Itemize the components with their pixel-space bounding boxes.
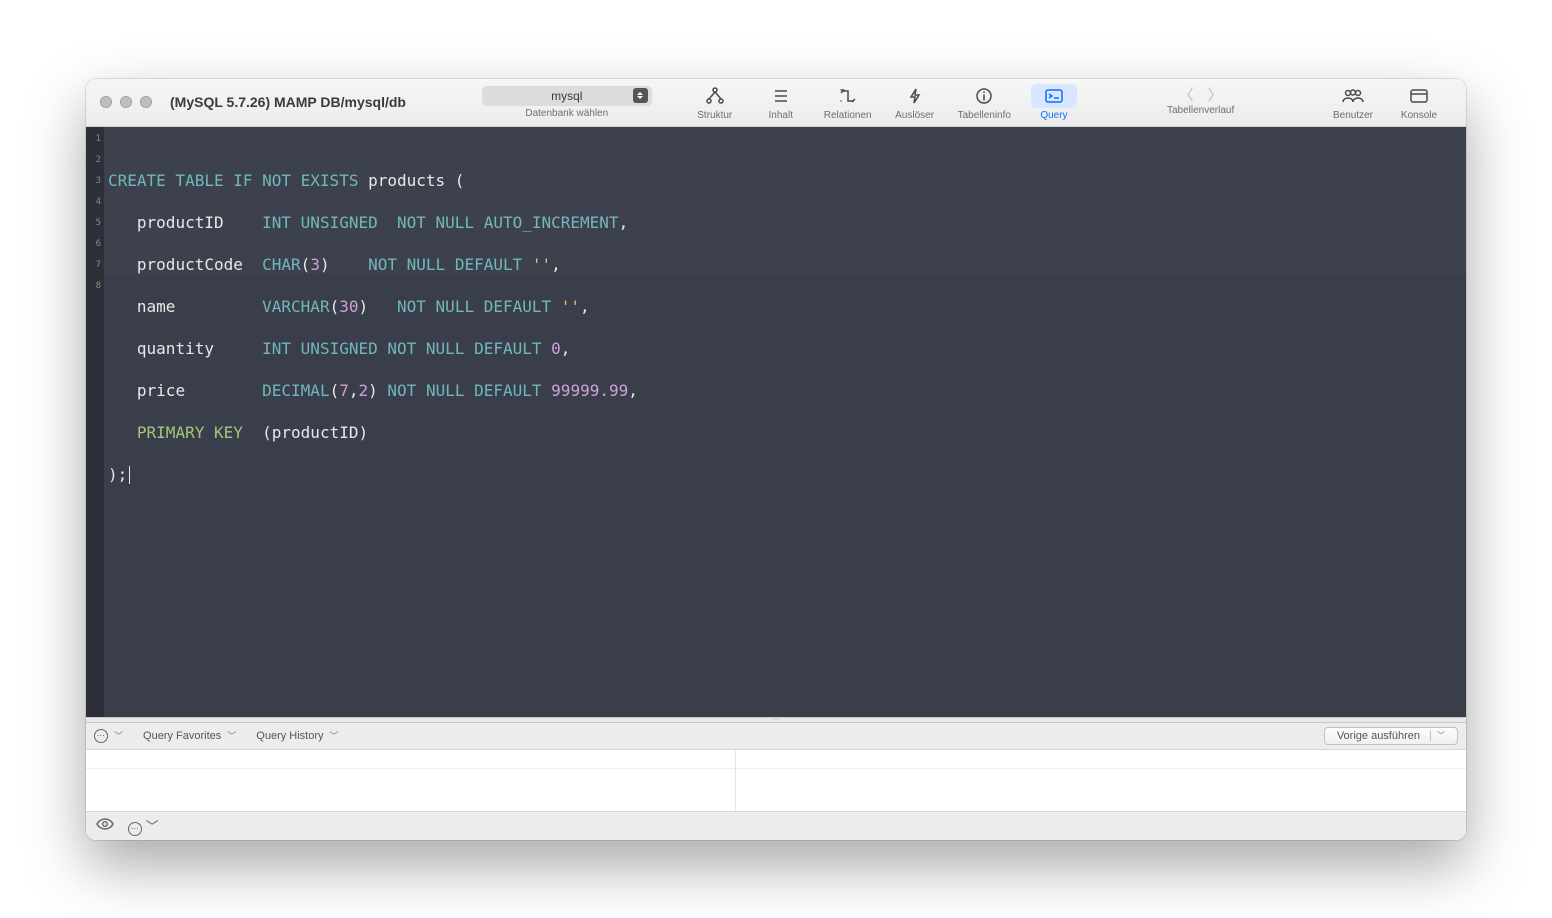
database-selector-label: Datenbank wählen [525,108,608,119]
query-icon [1031,84,1077,108]
zoom-icon[interactable] [140,96,152,108]
chevron-right-icon[interactable]: 〉 [1208,88,1223,103]
tab-inhalt[interactable]: Inhalt [748,84,814,121]
chevron-down-icon: ﹀ [227,729,236,742]
console-icon [1396,84,1442,108]
tab-ausloeser[interactable]: Auslöser [882,84,948,121]
chevron-down-icon: ﹀ [330,729,339,742]
query-toolbar: ⋯ ﹀ Query Favorites ﹀ Query History ﹀ Vo… [86,723,1466,750]
tab-struktur[interactable]: Struktur [682,84,748,121]
gear-icon: ⋯ [128,822,142,836]
toolbar: Struktur Inhalt Relationen Auslöser [682,84,1087,121]
info-icon [961,84,1007,108]
gear-icon: ⋯ [94,729,108,743]
close-icon[interactable] [100,96,112,108]
gear-menu[interactable]: ⋯ ﹀ [94,729,123,743]
minimize-icon[interactable] [120,96,132,108]
content-icon [758,84,804,108]
chevron-down-icon[interactable]: ﹀ [1430,730,1445,741]
tab-konsole[interactable]: Konsole [1386,84,1452,121]
titlebar: (MySQL 5.7.26) MAMP DB/mysql/db mysql Da… [86,79,1466,127]
statusbar: ⋯ ﹀ [86,812,1466,840]
chevron-down-icon: ﹀ [114,729,123,742]
tab-relationen[interactable]: Relationen [814,84,882,121]
code-area[interactable]: CREATE TABLE IF NOT EXISTS products ( pr… [104,127,1466,717]
structure-icon [692,84,738,108]
database-selector-value: mysql [551,89,582,103]
sql-editor[interactable]: 1 2 3 4 5 6 7 8 CREATE TABLE IF NOT EXIS… [86,127,1466,717]
table-history-nav[interactable]: 〈 〉 Tabellenverlauf [1157,88,1244,116]
updown-icon [633,88,648,103]
relations-icon [825,84,871,108]
tab-query[interactable]: Query [1021,84,1087,121]
traffic-lights [100,96,152,108]
app-window: (MySQL 5.7.26) MAMP DB/mysql/db mysql Da… [86,79,1466,840]
status-gear-menu[interactable]: ⋯ ﹀ [128,816,159,836]
chevron-down-icon: ﹀ [146,819,159,834]
trigger-icon [892,84,938,108]
eye-icon[interactable] [96,818,114,833]
query-favorites-menu[interactable]: Query Favorites ﹀ [143,729,236,742]
users-icon [1330,84,1376,108]
database-selector[interactable]: mysql Datenbank wählen [482,86,652,119]
line-gutter: 1 2 3 4 5 6 7 8 [86,127,104,717]
run-previous-button[interactable]: Vorige ausführen ﹀ [1324,727,1458,745]
window-title: (MySQL 5.7.26) MAMP DB/mysql/db [170,94,406,110]
results-pane [86,750,1466,812]
query-history-menu[interactable]: Query History ﹀ [256,729,338,742]
tab-benutzer[interactable]: Benutzer [1320,84,1386,121]
tab-tabelleninfo[interactable]: Tabelleninfo [948,84,1021,121]
chevron-left-icon[interactable]: 〈 [1179,88,1194,103]
